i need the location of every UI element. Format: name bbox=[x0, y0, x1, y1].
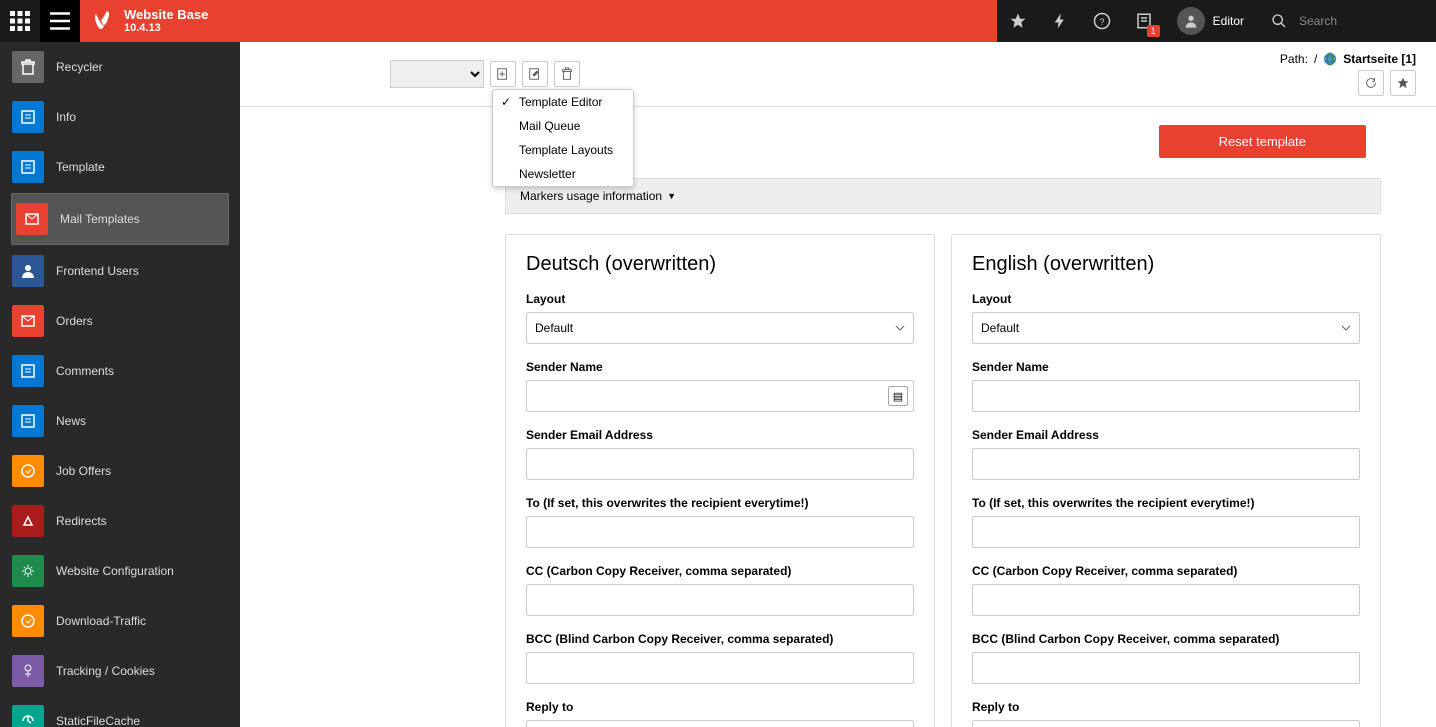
breadcrumb: Path: / Startseite [1] bbox=[1280, 52, 1416, 66]
sidebar-item-staticfilecache[interactable]: StaticFileCache bbox=[0, 696, 240, 727]
contact-picker-icon[interactable]: ▤ bbox=[888, 386, 908, 406]
sidebar-item-mail-templates[interactable]: Mail Templates bbox=[11, 193, 229, 245]
module-icon bbox=[12, 405, 44, 437]
layout-select-en[interactable]: Default bbox=[972, 312, 1360, 344]
delete-button[interactable] bbox=[554, 61, 580, 87]
caret-down-icon: ▼ bbox=[667, 191, 676, 201]
module-icon bbox=[12, 305, 44, 337]
dropdown-item-template-editor[interactable]: Template Editor bbox=[493, 90, 633, 114]
toolbar: Path: / Startseite [1] bbox=[240, 42, 1436, 107]
content: Template EditorMail QueueTemplate Layout… bbox=[240, 42, 1436, 727]
sidebar-item-recycler[interactable]: Recycler bbox=[0, 42, 240, 92]
sender-name-en[interactable] bbox=[972, 380, 1360, 412]
sidebar-item-website-configuration[interactable]: Website Configuration bbox=[0, 546, 240, 596]
sender-email-de[interactable] bbox=[526, 448, 914, 480]
module-icon bbox=[12, 555, 44, 587]
site-title: Website Base bbox=[124, 7, 208, 23]
notification-badge: 1 bbox=[1147, 25, 1160, 37]
template-select[interactable] bbox=[390, 60, 484, 88]
version: 10.4.13 bbox=[124, 22, 208, 35]
typo3-logo-icon bbox=[90, 9, 114, 33]
svg-text:?: ? bbox=[1099, 17, 1104, 27]
user-name: Editor bbox=[1213, 14, 1244, 28]
module-icon bbox=[16, 203, 48, 235]
to-en[interactable] bbox=[972, 516, 1360, 548]
sidebar-item-template[interactable]: Template bbox=[0, 142, 240, 192]
search-icon bbox=[1271, 13, 1287, 29]
layout-select-de[interactable]: Default bbox=[526, 312, 914, 344]
sender-name-de[interactable] bbox=[526, 380, 914, 412]
bcc-en[interactable] bbox=[972, 652, 1360, 684]
avatar-icon bbox=[1177, 7, 1205, 35]
col-title-de: Deutsch (overwritten) bbox=[526, 253, 914, 276]
module-icon bbox=[12, 255, 44, 287]
module-icon bbox=[12, 505, 44, 537]
cc-en[interactable] bbox=[972, 584, 1360, 616]
refresh-button[interactable] bbox=[1358, 70, 1384, 96]
module-icon bbox=[12, 101, 44, 133]
cache-icon[interactable] bbox=[1039, 0, 1081, 42]
markers-accordion[interactable]: Markers usage information▼ bbox=[505, 178, 1381, 214]
form-german: Deutsch (overwritten) Layout Default Sen… bbox=[505, 234, 935, 727]
sidebar-item-tracking-cookies[interactable]: Tracking / Cookies bbox=[0, 646, 240, 696]
user-menu[interactable]: Editor bbox=[1165, 7, 1256, 35]
module-icon bbox=[12, 51, 44, 83]
chevron-down-icon bbox=[895, 323, 905, 333]
module-icon bbox=[12, 705, 44, 727]
chevron-down-icon bbox=[1341, 323, 1351, 333]
search-placeholder: Search bbox=[1299, 14, 1337, 28]
sidebar-item-orders[interactable]: Orders bbox=[0, 296, 240, 346]
brand: Website Base 10.4.13 bbox=[80, 0, 223, 42]
module-icon bbox=[12, 355, 44, 387]
edit-button[interactable] bbox=[522, 61, 548, 87]
globe-icon bbox=[1323, 52, 1337, 66]
sidebar-item-frontend-users[interactable]: Frontend Users bbox=[0, 246, 240, 296]
sidebar-item-info[interactable]: Info bbox=[0, 92, 240, 142]
cc-de[interactable] bbox=[526, 584, 914, 616]
sender-email-en[interactable] bbox=[972, 448, 1360, 480]
sidebar-item-news[interactable]: News bbox=[0, 396, 240, 446]
reply-de[interactable] bbox=[526, 720, 914, 727]
apps-toggle[interactable] bbox=[0, 0, 40, 42]
sidebar-item-comments[interactable]: Comments bbox=[0, 346, 240, 396]
breadcrumb-page[interactable]: Startseite [1] bbox=[1343, 52, 1416, 66]
module-icon bbox=[12, 605, 44, 637]
bookmark-button[interactable] bbox=[1390, 70, 1416, 96]
bookmark-icon[interactable] bbox=[997, 0, 1039, 42]
docs-icon[interactable]: 1 bbox=[1123, 0, 1165, 42]
search[interactable]: Search bbox=[1256, 13, 1436, 29]
dropdown-item-mail-queue[interactable]: Mail Queue bbox=[493, 114, 633, 138]
module-icon bbox=[12, 455, 44, 487]
module-dropdown: Template EditorMail QueueTemplate Layout… bbox=[492, 89, 634, 187]
module-icon bbox=[12, 151, 44, 183]
topbar: Website Base 10.4.13 ? 1 Editor Search bbox=[0, 0, 1436, 42]
module-icon bbox=[12, 655, 44, 687]
form-english: English (overwritten) Layout Default Sen… bbox=[951, 234, 1381, 727]
to-de[interactable] bbox=[526, 516, 914, 548]
col-title-en: English (overwritten) bbox=[972, 253, 1360, 276]
tree-toggle[interactable] bbox=[40, 0, 80, 42]
sidebar-item-redirects[interactable]: Redirects bbox=[0, 496, 240, 546]
sidebar-item-job-offers[interactable]: Job Offers bbox=[0, 446, 240, 496]
sidebar-item-download-traffic[interactable]: Download-Traffic bbox=[0, 596, 240, 646]
help-icon[interactable]: ? bbox=[1081, 0, 1123, 42]
dropdown-item-newsletter[interactable]: Newsletter bbox=[493, 162, 633, 186]
reset-template-button[interactable]: Reset template bbox=[1159, 125, 1366, 158]
bcc-de[interactable] bbox=[526, 652, 914, 684]
sidebar: RecyclerInfoTemplateMail TemplatesFronte… bbox=[0, 42, 240, 727]
dropdown-item-template-layouts[interactable]: Template Layouts bbox=[493, 138, 633, 162]
reply-en[interactable] bbox=[972, 720, 1360, 727]
new-button[interactable] bbox=[490, 61, 516, 87]
